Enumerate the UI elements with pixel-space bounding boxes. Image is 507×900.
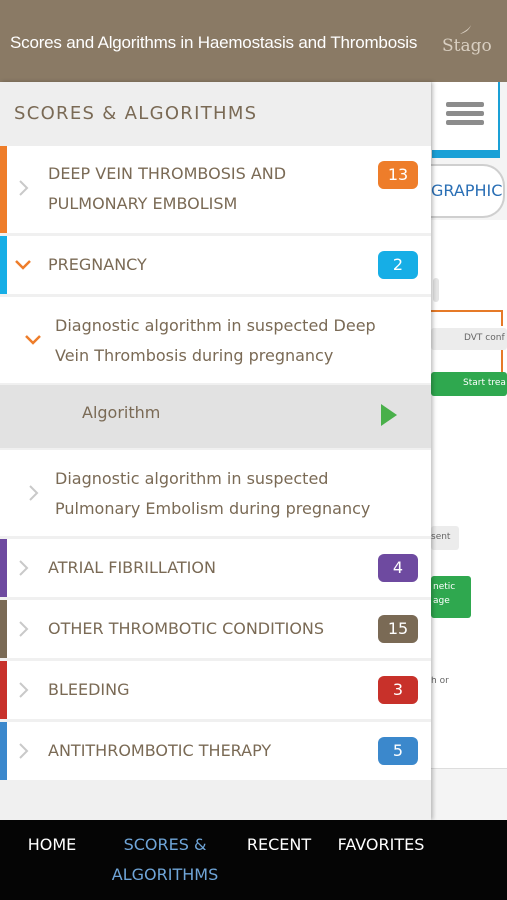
logo-mark-icon xyxy=(460,25,471,34)
tab-label: SCORES & xyxy=(123,835,207,854)
category-color-stripe xyxy=(0,146,7,233)
flow-connector xyxy=(501,310,503,326)
category-label: PULMONARY EMBOLISM xyxy=(48,194,238,213)
tab-favorites[interactable]: FAVORITES xyxy=(334,830,428,860)
play-icon[interactable] xyxy=(381,404,397,426)
tab-home[interactable]: HOME xyxy=(25,830,79,860)
menu-line-icon xyxy=(446,120,484,125)
chevron-right-icon xyxy=(19,743,29,759)
subitem-label: Diagnostic algorithm in suspected xyxy=(55,469,329,488)
chevron-right-icon xyxy=(19,560,29,576)
infographic-tab-label: GRAPHIC xyxy=(431,181,503,200)
subitem-pe-pregnancy[interactable]: Diagnostic algorithm in suspected Pulmon… xyxy=(0,450,431,536)
flow-connector xyxy=(501,350,503,372)
count-badge: 15 xyxy=(378,615,418,643)
flow-box-dvt: DVT conf xyxy=(431,328,507,350)
count-badge: 4 xyxy=(378,554,418,582)
app-header: Scores and Algorithms in Haemostasis and… xyxy=(0,0,507,82)
flow-box-green: netic age xyxy=(431,576,471,618)
tab-recent[interactable]: RECENT xyxy=(245,830,313,860)
category-label: PREGNANCY xyxy=(48,255,147,274)
subitem-label: Pulmonary Embolism during pregnancy xyxy=(55,499,371,518)
category-pregnancy[interactable]: PREGNANCY 2 xyxy=(0,236,431,294)
category-other-thrombotic[interactable]: OTHER THROMBOTIC CONDITIONS 15 xyxy=(0,600,431,658)
flow-box xyxy=(433,278,439,302)
drawer-title: SCORES & ALGORITHMS xyxy=(14,103,258,124)
count-badge: 3 xyxy=(378,676,418,704)
navigation-drawer: SCORES & ALGORITHMS DEEP VEIN THROMBOSIS… xyxy=(0,82,431,820)
flow-box-start-treatment: Start trea xyxy=(431,372,507,396)
category-label: DEEP VEIN THROMBOSIS AND xyxy=(48,164,287,183)
flow-label: h or xyxy=(431,676,449,686)
flow-label: Start trea xyxy=(463,378,506,388)
algorithm-flowchart: DVT conf Start trea sent netic age h or xyxy=(431,220,507,768)
chevron-down-icon xyxy=(15,260,31,270)
subitem-dvt-pregnancy[interactable]: Diagnostic algorithm in suspected Deep V… xyxy=(0,297,431,383)
tab-label: RECENT xyxy=(246,835,312,854)
chevron-right-icon xyxy=(19,682,29,698)
algorithm-item[interactable]: Algorithm xyxy=(0,385,431,448)
chevron-right-icon xyxy=(29,485,39,501)
chevron-right-icon xyxy=(19,621,29,637)
category-label: ATRIAL FIBRILLATION xyxy=(48,558,216,577)
subitem-label: Diagnostic algorithm in suspected Deep xyxy=(55,316,376,335)
category-bleeding[interactable]: BLEEDING 3 xyxy=(0,661,431,719)
tab-label: FAVORITES xyxy=(337,835,425,854)
chevron-right-icon xyxy=(19,180,29,196)
chevron-down-icon xyxy=(25,335,41,345)
menu-line-icon xyxy=(446,111,484,116)
category-label: OTHER THROMBOTIC CONDITIONS xyxy=(48,619,325,638)
count-badge: 13 xyxy=(378,161,418,189)
category-label: ANTITHROMBOTIC THERAPY xyxy=(48,741,272,760)
category-dvt-pe[interactable]: DEEP VEIN THROMBOSIS AND PULMONARY EMBOL… xyxy=(0,146,431,233)
drawer-header: SCORES & ALGORITHMS xyxy=(0,82,431,146)
flow-label: sent xyxy=(431,532,451,542)
category-antithrombotic-therapy[interactable]: ANTITHROMBOTIC THERAPY 5 xyxy=(0,722,431,780)
algorithm-label: Algorithm xyxy=(82,403,161,422)
flow-note: h or xyxy=(431,676,471,690)
category-color-stripe xyxy=(0,722,7,780)
flow-connector xyxy=(431,310,503,312)
background-footer xyxy=(431,768,507,821)
bottom-tab-bar: HOME SCORES & ALGORITHMS RECENT FAVORITE… xyxy=(0,820,507,900)
category-atrial-fibrillation[interactable]: ATRIAL FIBRILLATION 4 xyxy=(0,539,431,597)
flow-box: sent xyxy=(431,526,459,550)
flow-label: DVT conf xyxy=(464,333,505,343)
logo-text: Stago xyxy=(442,36,492,56)
count-badge: 2 xyxy=(378,251,418,279)
category-color-stripe xyxy=(0,661,7,719)
tab-label: ALGORITHMS xyxy=(111,865,219,884)
category-color-stripe xyxy=(0,236,7,294)
menu-line-icon xyxy=(446,102,484,107)
category-label: BLEEDING xyxy=(48,680,130,699)
tab-label: HOME xyxy=(27,835,77,854)
flow-label: netic xyxy=(433,582,456,592)
count-badge: 5 xyxy=(378,737,418,765)
app-title: Scores and Algorithms in Haemostasis and… xyxy=(10,33,418,52)
category-color-stripe xyxy=(0,539,7,597)
category-color-stripe xyxy=(0,600,7,658)
stago-logo: Stago xyxy=(442,24,492,60)
hamburger-menu-button[interactable] xyxy=(432,82,500,158)
subitem-label: Vein Thrombosis during pregnancy xyxy=(55,346,334,365)
tab-scores-algorithms[interactable]: SCORES & ALGORITHMS xyxy=(104,830,226,890)
infographic-tab[interactable]: GRAPHIC xyxy=(431,164,505,218)
flow-label: age xyxy=(433,596,450,606)
